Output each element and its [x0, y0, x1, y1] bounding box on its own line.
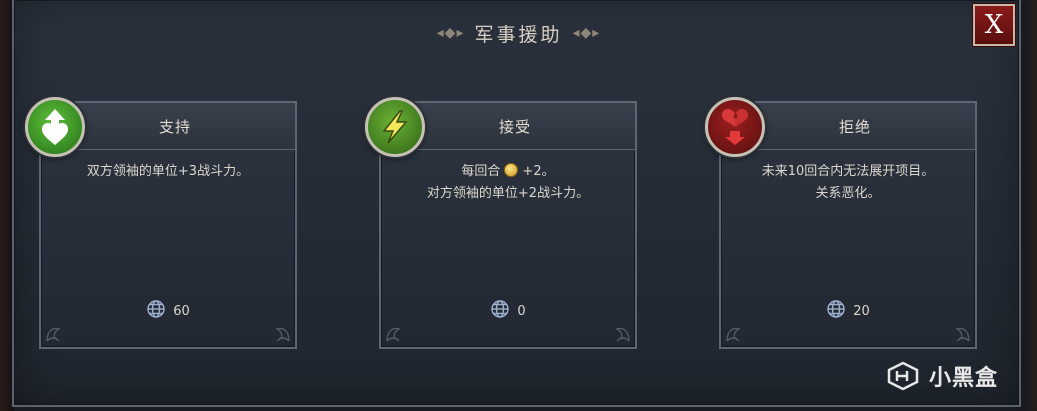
corner-ornament-icon: [726, 327, 741, 342]
watermark: 小黑盒: [885, 356, 998, 396]
close-button[interactable]: X: [973, 4, 1015, 46]
option-card-accept[interactable]: 接受 每回合 +2。 对方领袖的单位+2战斗力。 0: [365, 97, 637, 349]
title-ornament-left-icon: ◂◆▸: [436, 25, 465, 41]
card-header: 接受: [395, 103, 635, 150]
globe-icon: [146, 299, 166, 323]
dialog-title-bar: ◂◆▸ 军事援助 ◂◆▸: [0, 20, 1037, 46]
card-title: 拒绝: [838, 117, 871, 136]
corner-ornament-icon: [955, 327, 970, 342]
corner-ornament-icon: [386, 327, 401, 342]
card-header: 拒绝: [735, 103, 975, 150]
support-hearts-icon: [25, 97, 85, 157]
heybox-logo-icon: [887, 361, 919, 391]
description-line: 关系恶化。: [815, 186, 881, 201]
description-line: 每回合 +2。: [391, 161, 625, 183]
cost-value: 60: [173, 303, 190, 319]
card-title: 接受: [498, 117, 531, 136]
title-ornament-right-icon: ◂◆▸: [572, 25, 601, 41]
watermark-text: 小黑盒: [929, 366, 999, 391]
option-card-support[interactable]: 支持 双方领袖的单位+3战斗力。 60: [25, 97, 297, 349]
corner-ornament-icon: [615, 327, 630, 342]
lightning-bolt-icon: [365, 97, 425, 157]
description-text: +2。: [522, 164, 555, 179]
dialog-title: 军事援助: [474, 23, 563, 46]
card-description: 每回合 +2。 对方领袖的单位+2战斗力。: [391, 161, 625, 205]
cost-display: 60: [41, 299, 295, 323]
broken-heart-icon: [705, 97, 765, 157]
card-description: 双方领袖的单位+3战斗力。: [51, 161, 285, 183]
description-line: 对方领袖的单位+2战斗力。: [426, 186, 590, 201]
corner-ornament-icon: [46, 327, 61, 342]
card-title: 支持: [158, 117, 191, 136]
globe-icon: [826, 299, 846, 323]
cost-display: 20: [721, 299, 975, 323]
cost-display: 0: [381, 299, 635, 323]
description-line: 未来10回合内无法展开项目。: [761, 164, 935, 179]
corner-ornament-icon: [275, 327, 290, 342]
cost-value: 0: [517, 303, 526, 319]
card-header: 支持: [55, 103, 295, 150]
description-text: 每回合: [461, 164, 501, 179]
gold-coin-icon: [504, 163, 519, 177]
card-description: 未来10回合内无法展开项目。 关系恶化。: [731, 161, 965, 205]
cost-value: 20: [853, 303, 870, 319]
description-line: 双方领袖的单位+3战斗力。: [86, 164, 250, 179]
option-card-refuse[interactable]: 拒绝 未来10回合内无法展开项目。 关系恶化。 20: [705, 97, 977, 349]
globe-icon: [490, 299, 510, 323]
